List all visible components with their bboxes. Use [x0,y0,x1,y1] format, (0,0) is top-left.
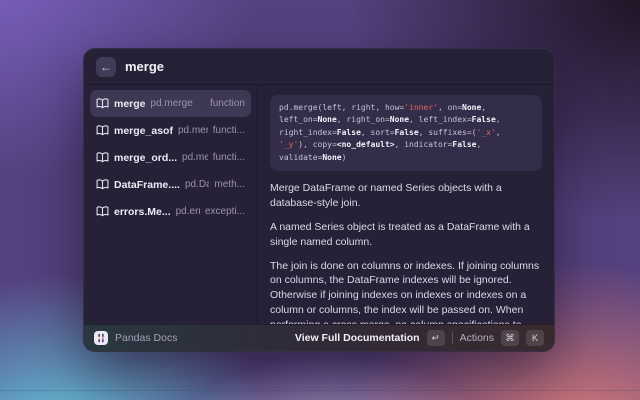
result-kind: excepti... [205,206,245,217]
result-name: merge_ord... [114,152,177,164]
signature-token: None [390,115,409,124]
signature-token: , suffixes=( [419,128,477,137]
signature-token: False [452,140,476,149]
signature-token: None [462,103,481,112]
signature-token: , sort= [361,128,395,137]
view-full-documentation-button[interactable]: View Full Documentation [295,332,420,344]
result-name: DataFrame.... [114,179,180,191]
result-module: pd.DataF... [185,179,209,190]
result-kind: function [210,98,245,109]
wallpaper: ← merge merge pd.merge function [0,0,640,400]
result-kind: functi... [213,125,245,136]
result-item-dataframe-merge[interactable]: DataFrame.... pd.DataF... meth... [90,171,251,198]
result-item-merge-asof[interactable]: merge_asof pd.merge... functi... [90,117,251,144]
result-item-merge[interactable]: merge pd.merge function [90,90,251,117]
back-button[interactable]: ← [96,57,116,77]
search-bar: ← merge [84,49,554,85]
result-item-merge-ordered[interactable]: merge_ord... pd.merge... functi... [90,144,251,171]
book-icon [96,178,109,191]
doc-paragraph: Merge DataFrame or named Series objects … [270,181,542,211]
footer-bar: Pandas Docs View Full Documentation ↵ Ac… [84,324,554,351]
result-name: errors.Me... [114,206,171,218]
result-module: pd.errors... [176,206,200,217]
book-icon [96,151,109,164]
signature-token: None [318,115,337,124]
search-input[interactable]: merge [125,59,164,74]
source-label: Pandas Docs [115,332,177,344]
content-split: merge pd.merge function merge_asof pd.me… [84,85,554,324]
back-arrow-icon: ← [100,61,112,73]
footer-actions: View Full Documentation ↵ Actions ⌘ K [295,330,544,346]
signature-token: False [395,128,419,137]
result-kind: meth... [214,179,245,190]
signature-token: ), copy= [298,140,337,149]
signature-token: False [337,128,361,137]
signature-token: , [496,128,501,137]
result-kind: functi... [213,152,245,163]
results-list: merge pd.merge function merge_asof pd.me… [84,85,258,324]
result-name: merge [114,98,146,110]
signature-token: 'inner' [404,103,438,112]
return-key-icon: ↵ [427,330,445,346]
signature-token: pd.merge(left, right, how= [279,103,404,112]
result-item-errors-merge[interactable]: errors.Me... pd.errors... excepti... [90,198,251,225]
result-name: merge_asof [114,125,173,137]
signature-token: , left_index= [409,115,472,124]
result-module: pd.merge... [182,152,208,163]
book-icon [96,124,109,137]
signature-token: ) [342,153,347,162]
doc-detail-pane[interactable]: pd.merge(left, right, how='inner', on=No… [258,85,554,324]
docs-search-window: ← merge merge pd.merge function [83,48,555,352]
signature-token: <no_default> [337,140,395,149]
doc-paragraph: The join is done on columns or indexes. … [270,259,542,324]
doc-paragraph: A named Series object is treated as a Da… [270,220,542,250]
book-icon [96,205,109,218]
signature-token: None [322,153,341,162]
signature-token: , on= [438,103,462,112]
wallpaper-seam [0,390,640,391]
book-icon [96,97,109,110]
k-key-icon: K [526,330,544,346]
signature-token: '_x' [477,128,496,137]
result-module: pd.merge... [178,125,208,136]
signature-token: False [472,115,496,124]
result-module: pd.merge [151,98,205,109]
footer-divider [452,332,453,344]
signature-token: , indicator= [395,140,453,149]
command-key-icon: ⌘ [501,330,519,346]
signature-token: '_y' [279,140,298,149]
function-signature: pd.merge(left, right, how='inner', on=No… [270,95,542,171]
actions-button[interactable]: Actions [460,332,494,344]
pandas-logo-icon [94,331,108,345]
signature-token: , right_on= [337,115,390,124]
